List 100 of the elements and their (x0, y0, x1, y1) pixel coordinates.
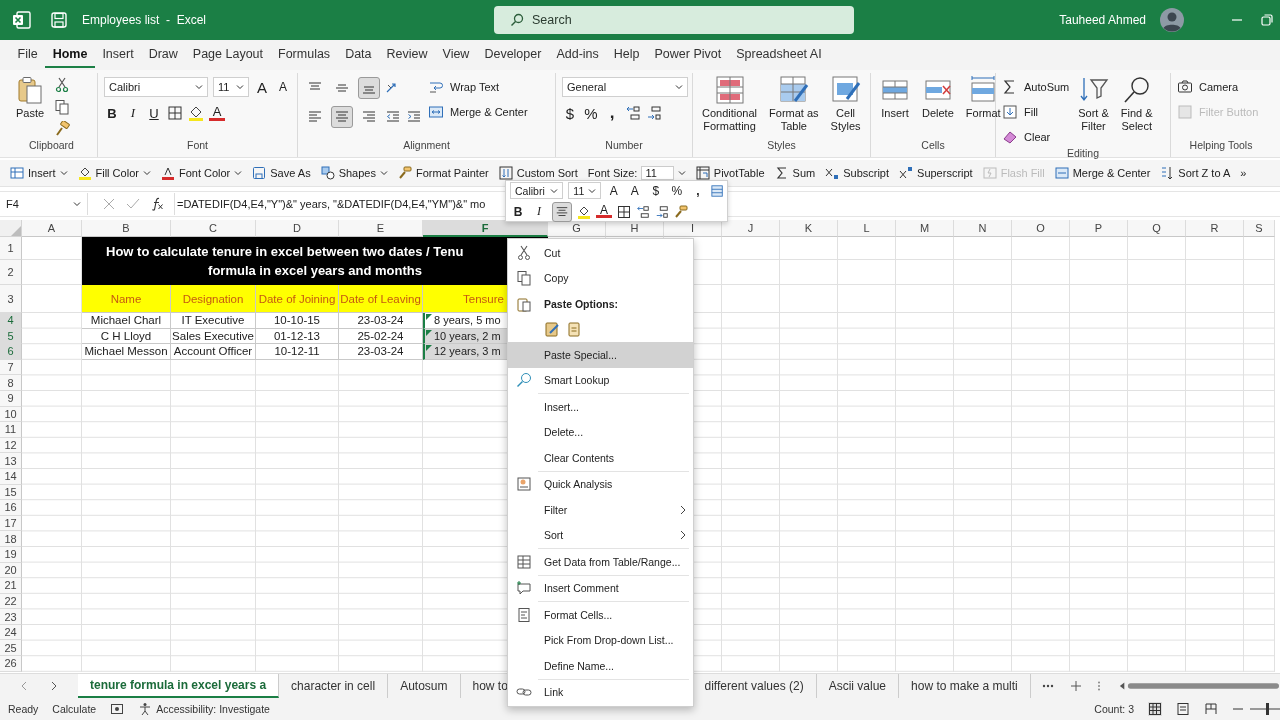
page-layout-view-icon[interactable] (1176, 702, 1190, 716)
menu-item[interactable]: Link (508, 679, 693, 705)
ribbon-tab[interactable]: Page Layout (185, 42, 271, 68)
font-size-field[interactable]: Font Size: 11 (587, 166, 686, 180)
decrease-decimal-icon[interactable] (655, 204, 669, 219)
ribbon-tab[interactable]: Draw (141, 42, 186, 68)
column-header[interactable]: D (256, 220, 339, 237)
toolbar-button[interactable]: Superscript (899, 166, 973, 180)
camera-button[interactable]: Camera (1177, 77, 1239, 97)
menu-item[interactable]: Format Cells... (508, 602, 693, 628)
column-header[interactable]: C (171, 220, 256, 237)
merge-center-button[interactable]: Merge & Center (428, 102, 528, 122)
row-header[interactable]: 18 (0, 531, 22, 547)
row-header[interactable]: 23 (0, 609, 22, 625)
conditional-formatting-button[interactable]: Conditional Formatting (699, 73, 761, 135)
grow-font-button[interactable]: A (254, 78, 270, 96)
currency-button[interactable]: $ (562, 104, 578, 122)
row-header[interactable]: 3 (0, 285, 22, 313)
toolbar-button[interactable]: » (1240, 167, 1247, 179)
horizontal-scrollbar[interactable] (1118, 681, 1279, 691)
toolbar-button[interactable]: Sum (774, 166, 816, 180)
paint-bucket-icon[interactable] (188, 105, 204, 121)
font-size-field[interactable]: 11 (213, 77, 249, 97)
comma-style-button[interactable]: , (604, 104, 620, 122)
column-header[interactable]: O (1012, 220, 1070, 237)
menu-item[interactable]: Delete... (508, 419, 693, 445)
restore-icon[interactable] (1260, 13, 1274, 27)
ribbon-tab[interactable]: Insert (94, 42, 142, 68)
number-format-field[interactable]: General (562, 77, 688, 97)
row-header[interactable]: 16 (0, 500, 22, 516)
comma-style-button[interactable]: , (689, 182, 706, 199)
wrap-text-button[interactable]: Wrap Text (428, 77, 528, 97)
column-header[interactable]: P (1070, 220, 1128, 237)
sort-filter-button[interactable]: Sort & Filter (1075, 73, 1112, 135)
column-header[interactable]: N (954, 220, 1012, 237)
column-header[interactable]: Q (1128, 220, 1186, 237)
ribbon-tab[interactable]: Data (337, 42, 380, 68)
find-select-button[interactable]: Find & Select (1117, 73, 1156, 135)
toolbar-button[interactable]: Save As (252, 166, 311, 180)
menu-item[interactable]: Define Name... (508, 653, 693, 679)
text-color-button[interactable]: A (209, 105, 225, 121)
bold-button[interactable]: B (104, 104, 120, 122)
ribbon-tab[interactable]: Review (379, 42, 436, 68)
shrink-font-button[interactable]: A (626, 182, 643, 199)
column-header[interactable]: R (1186, 220, 1244, 237)
check-icon[interactable] (126, 197, 140, 211)
save-icon[interactable] (50, 11, 68, 29)
ribbon-tab[interactable]: Power Pivot (647, 42, 729, 68)
menu-item[interactable]: Pick From Drop-down List... (508, 627, 693, 653)
row-header[interactable]: 13 (0, 453, 22, 469)
row-header[interactable]: 21 (0, 578, 22, 594)
toolbar-button[interactable]: Subscript (825, 166, 890, 180)
increase-decimal-icon[interactable] (636, 204, 650, 219)
menu-item[interactable]: Paste Special... (508, 342, 693, 368)
sheet-tab[interactable]: tenure formula in excel years a (78, 674, 280, 698)
menu-item[interactable]: Clear Contents (508, 445, 693, 471)
font-name-field[interactable]: Calibri (510, 182, 564, 199)
spreadsheet-app-icon[interactable] (12, 10, 32, 30)
menu-item[interactable]: Filter (508, 497, 693, 523)
ribbon-tab[interactable]: Add-ins (548, 42, 607, 68)
bold-button[interactable]: B (510, 203, 526, 220)
insert-cells-button[interactable]: Insert (877, 73, 913, 121)
delete-cells-button[interactable]: Delete (919, 73, 957, 121)
toolbar-button[interactable]: Custom Sort (498, 166, 578, 180)
column-header[interactable]: A (22, 220, 82, 237)
toolbar-button[interactable]: Format Painter (397, 166, 489, 180)
column-header[interactable]: S (1244, 220, 1275, 237)
paste-button[interactable]: Paste (12, 73, 48, 121)
column-header[interactable]: B (82, 220, 171, 237)
autosum-button[interactable]: AutoSum (1002, 77, 1070, 97)
ribbon-tab[interactable]: View (435, 42, 477, 68)
name-box[interactable]: F4 (0, 193, 88, 215)
ribbon-tab[interactable]: File (10, 42, 46, 68)
ribbon-tab[interactable]: Developer (476, 42, 549, 68)
decrease-decimal-icon[interactable] (646, 105, 662, 121)
column-header[interactable]: M (896, 220, 954, 237)
row-header[interactable]: 25 (0, 640, 22, 657)
paint-bucket-icon[interactable] (577, 204, 591, 219)
format-painter-icon[interactable] (674, 204, 688, 219)
cell-styles-button[interactable]: Cell Styles (827, 73, 864, 135)
formula-field[interactable]: =DATEDIF(D4,E4,"Y")&" years, "&DATEDIF(D4,E4,"YM")&" mo (174, 193, 486, 215)
toolbar-button[interactable]: PivotTable (695, 166, 765, 180)
macro-record-icon[interactable] (110, 702, 125, 716)
table-icon[interactable] (710, 183, 723, 198)
menu-item[interactable]: Quick Analysis (508, 471, 693, 497)
accessibility-status[interactable]: Accessibility: Investigate (156, 703, 270, 715)
avatar-icon[interactable] (1160, 8, 1184, 32)
horizontal-align-button[interactable] (331, 106, 353, 128)
menu-item[interactable]: Smart Lookup (508, 367, 693, 393)
toolbar-button[interactable]: Font Color (160, 166, 243, 180)
ribbon-tab[interactable]: Formulas (270, 42, 338, 68)
increase-indent-icon[interactable] (406, 109, 422, 125)
menu-item[interactable]: Get Data from Table/Range... (508, 549, 693, 575)
clear-button[interactable]: Clear (1002, 127, 1070, 147)
column-header[interactable]: K (780, 220, 838, 237)
column-header[interactable]: L (838, 220, 896, 237)
row-header[interactable]: 4 (0, 313, 22, 329)
page-break-view-icon[interactable] (1204, 702, 1218, 716)
column-header[interactable]: J (722, 220, 780, 237)
row-header[interactable]: 26 (0, 656, 22, 672)
